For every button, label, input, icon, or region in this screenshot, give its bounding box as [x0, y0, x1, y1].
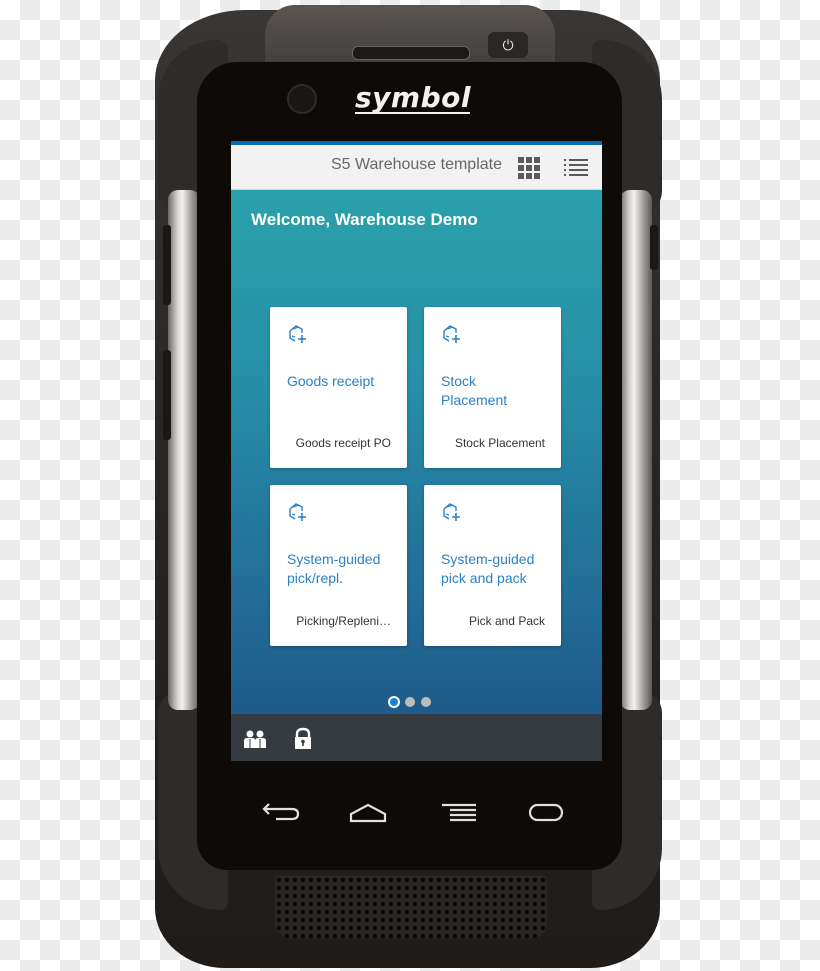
list-view-icon[interactable] [564, 158, 588, 178]
page-dot-3[interactable] [421, 696, 431, 707]
right-metal-rail [620, 190, 652, 710]
box-add-icon [289, 325, 306, 343]
page-dot-1[interactable] [390, 697, 398, 706]
page-dot-2[interactable] [405, 696, 415, 707]
lock-icon[interactable] [290, 726, 316, 752]
app-grid-icon[interactable] [518, 157, 540, 179]
tile-subtitle: Pick and Pack [468, 614, 545, 628]
tile-subtitle: Stock Placement [454, 436, 545, 450]
power-icon: ⏻ [502, 37, 514, 53]
tile-title: System-guided pick/repl. [287, 551, 381, 586]
earpiece-speaker [352, 46, 470, 60]
launchpad-area: Welcome, Warehouse Demo Goods receipt Go… [231, 190, 602, 713]
menu-icon[interactable] [521, 795, 571, 831]
speaker-grille [275, 876, 547, 938]
tile-stock-placement[interactable]: Stock Placement Stock Placement [424, 307, 561, 468]
brand-logo: symbol [355, 81, 471, 114]
page-indicator [390, 693, 437, 707]
shell-title: S5 Warehouse template [330, 156, 502, 173]
welcome-heading: Welcome, Warehouse Demo [251, 210, 478, 229]
tile-goods-receipt[interactable]: Goods receipt Goods receipt PO [270, 307, 407, 468]
box-add-icon [443, 325, 460, 343]
left-side-button-upper[interactable] [163, 225, 171, 305]
tile-title: System-guided pick and pack [441, 551, 535, 586]
power-button[interactable]: ⏻ [488, 32, 528, 58]
android-nav-bar [240, 795, 580, 835]
users-icon[interactable] [242, 726, 268, 752]
box-add-icon [289, 503, 306, 521]
front-camera [287, 84, 317, 114]
recent-apps-icon[interactable] [434, 795, 484, 831]
tile-title: Stock Placement [441, 373, 508, 408]
device-screen: S5 Warehouse template Welcome, Warehouse… [231, 141, 602, 761]
tile-system-guided-pick-pack[interactable]: System-guided pick and pack Pick and Pac… [424, 485, 561, 646]
tile-subtitle: Picking/Repleni… [296, 614, 391, 628]
right-side-button[interactable] [650, 225, 658, 270]
shell-header: S5 Warehouse template [231, 145, 602, 190]
left-metal-rail [168, 190, 200, 710]
tile-system-guided-pick-repl[interactable]: System-guided pick/repl. Picking/Repleni… [270, 485, 407, 646]
left-side-button-lower[interactable] [163, 350, 171, 440]
tile-title: Goods receipt [287, 373, 375, 389]
box-add-icon [443, 503, 460, 521]
tile-subtitle: Goods receipt PO [295, 436, 391, 450]
back-icon[interactable] [254, 795, 304, 831]
home-icon[interactable] [343, 795, 393, 831]
shell-footer [231, 713, 602, 761]
